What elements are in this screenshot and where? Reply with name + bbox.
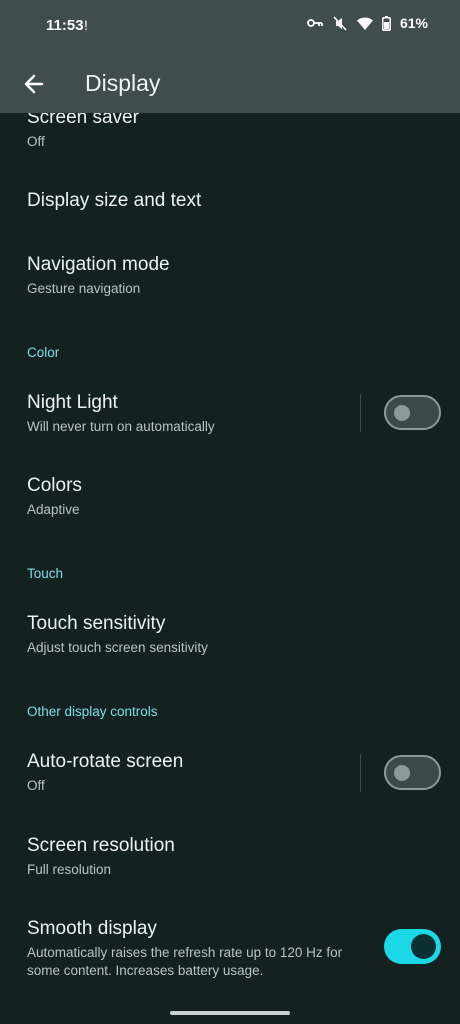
app-bar: Display [0, 56, 460, 113]
item-title: Navigation mode [27, 254, 170, 275]
list-item-display-size[interactable]: Display size and text [27, 189, 460, 213]
item-title: Colors [27, 475, 82, 496]
item-subtitle: Full resolution [27, 862, 112, 877]
toggle-knob [394, 405, 410, 421]
list-item-screen-resolution[interactable]: Screen resolution Full resolution [27, 834, 460, 879]
mute-icon [332, 15, 348, 31]
settings-list[interactable]: Screen saver Off Display size and text N… [0, 113, 460, 1003]
divider [360, 754, 361, 792]
item-subtitle: Off [27, 778, 45, 793]
item-subtitle: Off [27, 134, 45, 149]
list-item-smooth-display[interactable]: Smooth display Automatically raises the … [27, 917, 360, 980]
item-title: Screen resolution [27, 835, 175, 856]
gesture-navigation-bar[interactable] [170, 1011, 290, 1015]
item-title: Smooth display [27, 918, 157, 939]
item-subtitle: Adjust touch screen sensitivity [27, 640, 208, 655]
item-subtitle: Automatically raises the refresh rate up… [27, 945, 343, 978]
item-subtitle: Gesture navigation [27, 281, 141, 296]
toggle-knob [411, 934, 436, 959]
list-item-screen-saver[interactable]: Screen saver Off [27, 113, 460, 151]
divider [360, 394, 361, 432]
section-header-touch: Touch [27, 566, 64, 581]
list-item-navigation-mode[interactable]: Navigation mode Gesture navigation [27, 253, 460, 298]
status-time: 11:53 [46, 17, 84, 34]
item-subtitle: Will never turn on automatically [27, 419, 215, 434]
wifi-icon [356, 17, 373, 30]
page-title: Display [85, 70, 161, 96]
toggle-knob [394, 765, 410, 781]
item-subtitle: Adaptive [27, 502, 80, 517]
auto-rotate-toggle[interactable] [384, 755, 441, 790]
item-title: Display size and text [27, 190, 202, 211]
section-header-color: Color [27, 345, 60, 360]
list-item-night-light[interactable]: Night Light Will never turn on automatic… [27, 391, 340, 436]
list-item-touch-sensitivity[interactable]: Touch sensitivity Adjust touch screen se… [27, 612, 460, 657]
item-title: Auto-rotate screen [27, 751, 184, 772]
status-bar: 11:53 ! 61% [0, 0, 460, 56]
arrow-back-icon[interactable] [20, 70, 48, 98]
status-icons: 61% [307, 15, 428, 31]
battery-percent: 61% [399, 15, 428, 31]
night-light-toggle[interactable] [384, 395, 441, 430]
exclamation-icon: ! [84, 17, 88, 33]
item-title: Screen saver [27, 113, 139, 128]
item-title: Night Light [27, 392, 118, 413]
list-item-auto-rotate[interactable]: Auto-rotate screen Off [27, 750, 340, 795]
section-header-other: Other display controls [27, 704, 158, 719]
item-title: Touch sensitivity [27, 613, 166, 634]
smooth-display-toggle[interactable] [384, 929, 441, 964]
battery-icon [382, 15, 391, 31]
vpn-key-icon [307, 17, 323, 29]
list-item-colors[interactable]: Colors Adaptive [27, 474, 460, 519]
